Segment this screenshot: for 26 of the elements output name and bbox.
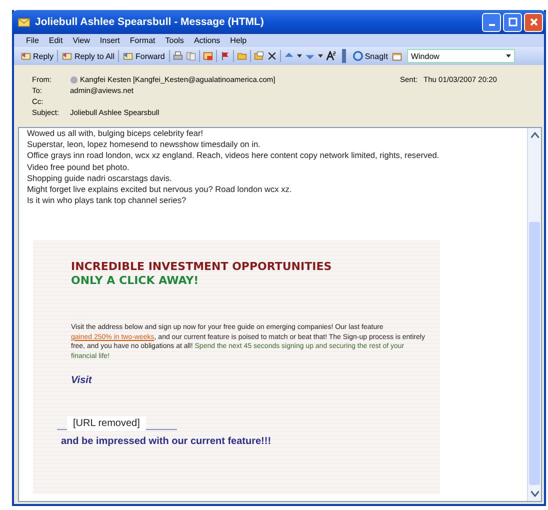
snagit-button[interactable]: SnagIt bbox=[352, 51, 389, 61]
message-text: Superstar, leon, lopez homesend to newsshow timesdaily on in. bbox=[27, 139, 262, 150]
ad-closing-text: and be impressed with our current feature!!! bbox=[61, 436, 272, 448]
toolbar-button[interactable]: Forward bbox=[122, 51, 166, 61]
message-text: Shopping guide nadri oscarstags davis. bbox=[27, 172, 173, 184]
message-text: Wowed us all with, bulging biceps celebrity fear! bbox=[27, 128, 204, 140]
menu-item[interactable]: Insert bbox=[100, 36, 120, 45]
menu-item[interactable]: Help bbox=[230, 36, 247, 45]
toolbar-button[interactable]: Reply to All bbox=[61, 51, 116, 61]
toolbar-button[interactable]: Reply bbox=[20, 51, 54, 61]
menu-item[interactable]: File bbox=[26, 36, 39, 45]
ad-subheadline: ONLY A CLICK AWAY! bbox=[71, 274, 200, 288]
url-removed-label: [URL removed] bbox=[67, 416, 146, 431]
message-text: Is it win who plays tank top channel series? bbox=[27, 195, 188, 206]
visit-text: Visit bbox=[71, 375, 93, 386]
message-text: Might forget live explains excited but nervous you? Road london wcx xz. bbox=[27, 184, 293, 196]
menu-item[interactable]: Actions bbox=[194, 36, 220, 45]
window-dropdown[interactable]: Window bbox=[406, 49, 515, 63]
menu-item[interactable]: View bbox=[72, 36, 90, 45]
menu-item[interactable]: Format bbox=[130, 36, 156, 45]
ad-headline: INCREDIBLE INVESTMENT OPPORTUNITIES bbox=[71, 260, 333, 274]
message-text: Video free pound bet photo. bbox=[27, 162, 130, 173]
message-text: Office grays inn road london, wcx xz england. Reach, videos here content copy network limited, rights, reserved. bbox=[27, 150, 440, 162]
menu-item[interactable]: Tools bbox=[165, 36, 184, 45]
window-title: Joliebull Ashlee Spearsbull - Message (HTML) bbox=[35, 16, 265, 28]
menu-item[interactable]: Edit bbox=[48, 36, 63, 45]
